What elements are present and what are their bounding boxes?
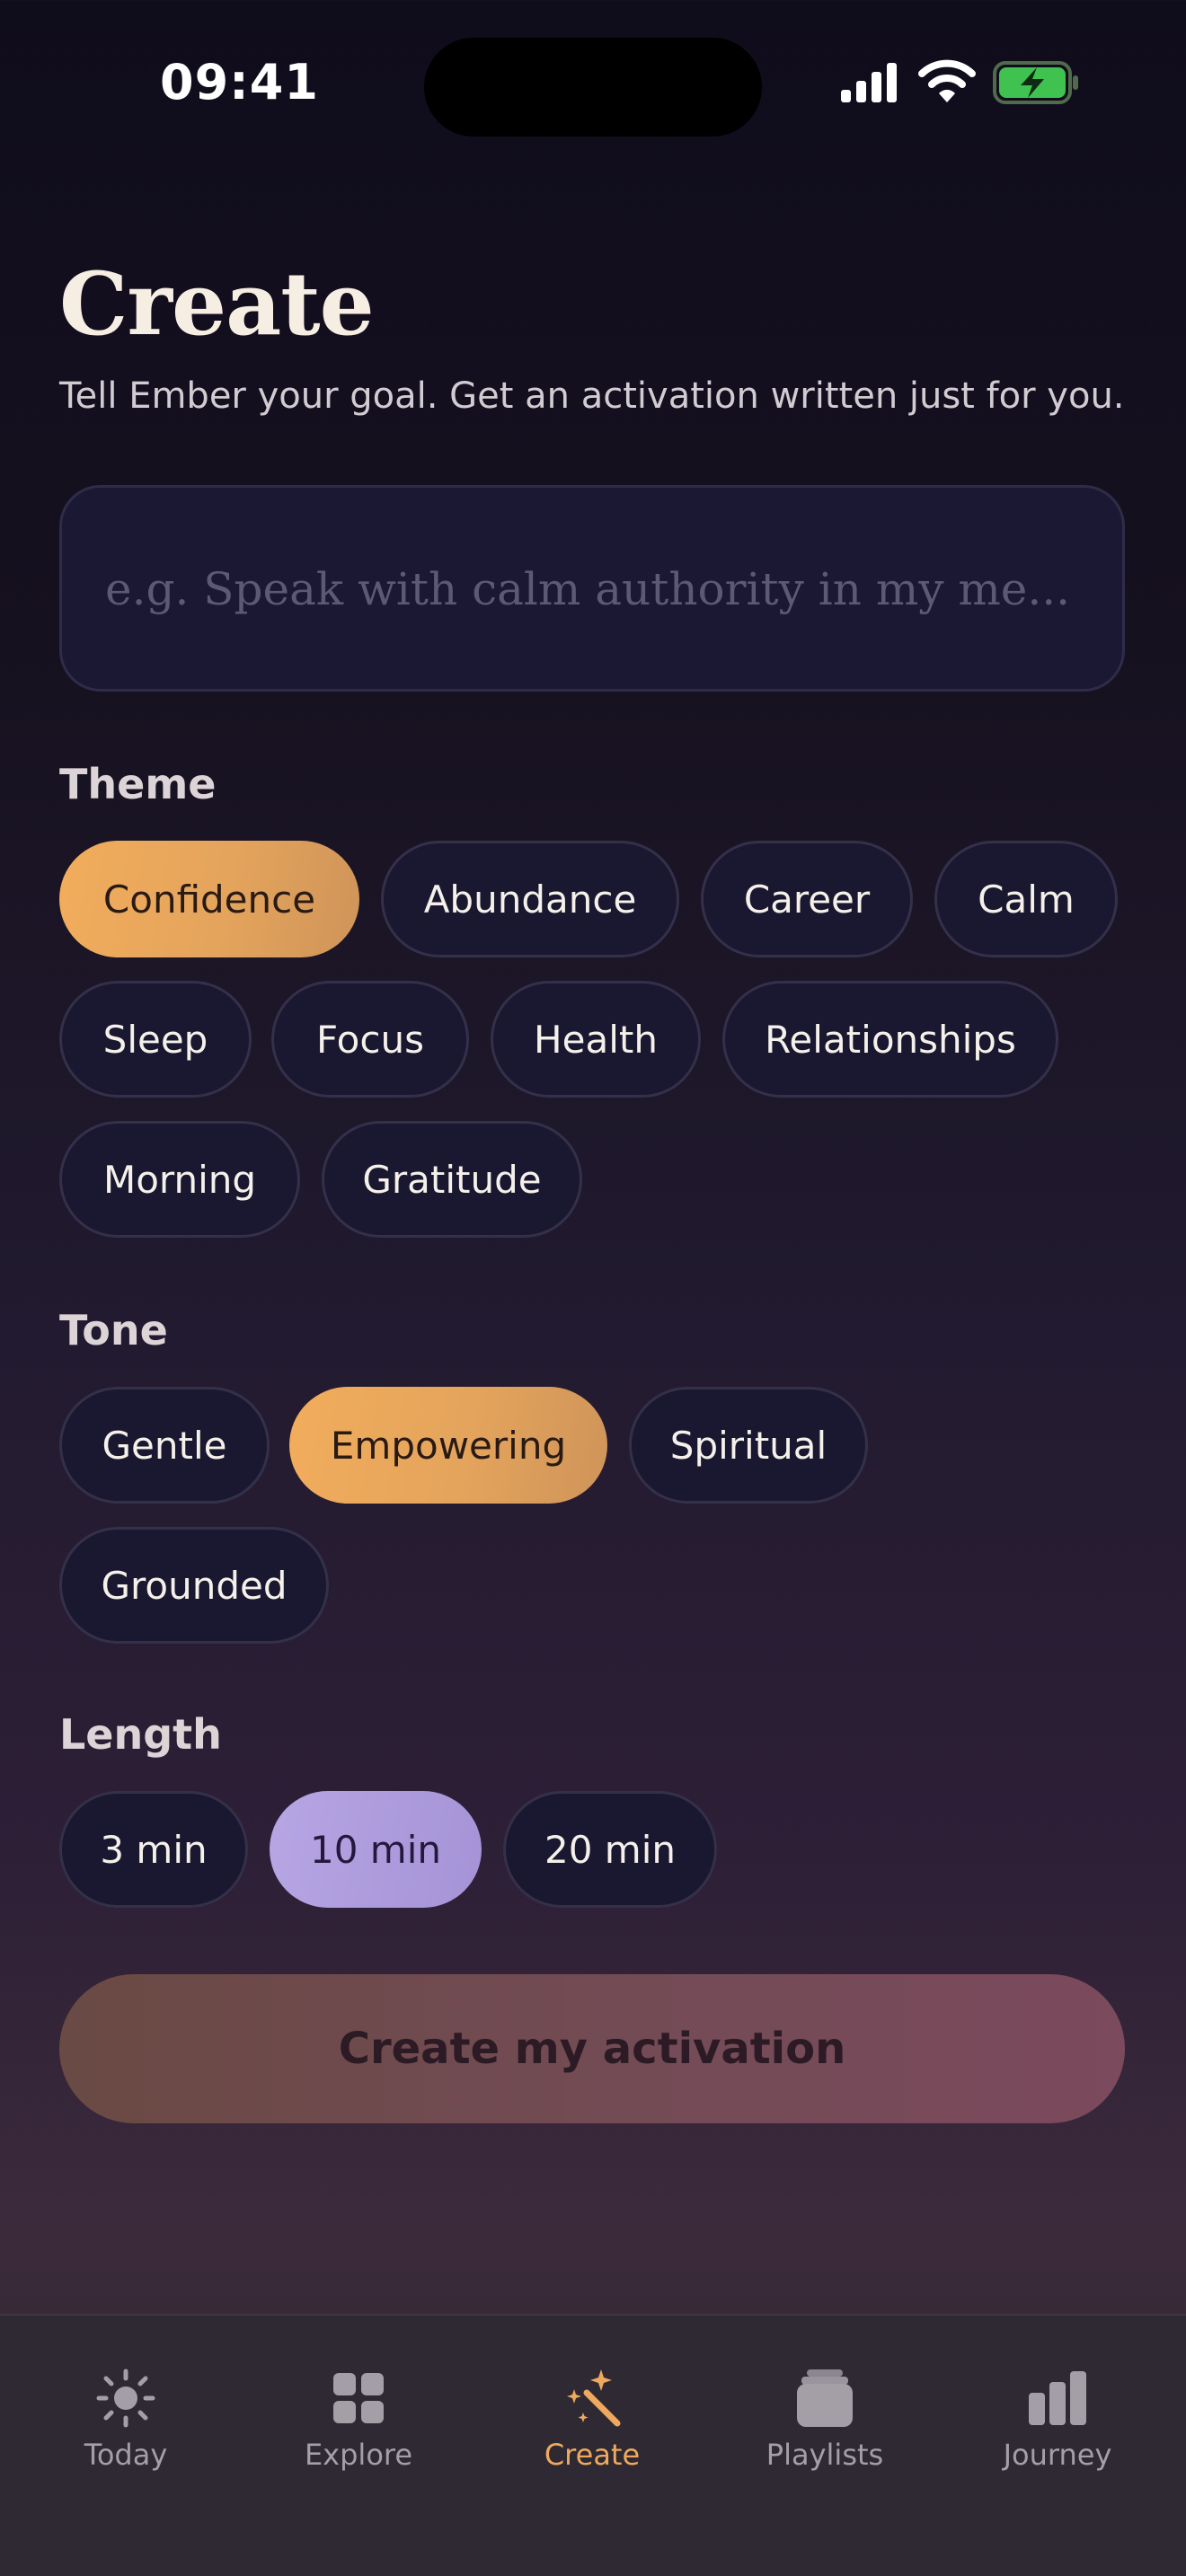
theme-chip-calm[interactable]: Calm xyxy=(934,841,1118,957)
grid-icon xyxy=(326,2366,391,2430)
tab-label-playlists: Playlists xyxy=(766,2438,884,2472)
length-label: Length xyxy=(59,1710,222,1759)
stack-icon xyxy=(792,2366,857,2430)
tab-bar: Today Explore Create Playlists Journey xyxy=(0,2314,1186,2576)
tab-label-create: Create xyxy=(544,2438,641,2472)
length-chip-3-min[interactable]: 3 min xyxy=(59,1791,248,1908)
theme-chip-morning[interactable]: Morning xyxy=(59,1121,300,1238)
dynamic-island xyxy=(424,38,762,137)
page-subtitle: Tell Ember your goal. Get an activation … xyxy=(59,375,1125,417)
magic-wand-icon xyxy=(560,2366,624,2430)
wifi-icon xyxy=(918,57,976,108)
tone-chip-empowering[interactable]: Empowering xyxy=(289,1387,607,1504)
length-chip-20-min[interactable]: 20 min xyxy=(503,1791,717,1908)
theme-chip-confidence[interactable]: Confidence xyxy=(59,841,359,957)
tone-chip-spiritual[interactable]: Spiritual xyxy=(629,1387,868,1504)
tone-label: Tone xyxy=(59,1306,168,1354)
tab-label-explore: Explore xyxy=(304,2438,413,2472)
battery-charging-icon xyxy=(992,59,1082,110)
tab-journey[interactable]: Journey xyxy=(954,2316,1161,2495)
theme-chip-abundance[interactable]: Abundance xyxy=(381,841,679,957)
theme-chip-health[interactable]: Health xyxy=(491,981,701,1098)
tab-today[interactable]: Today xyxy=(22,2316,229,2495)
theme-chip-career[interactable]: Career xyxy=(701,841,913,957)
theme-chip-sleep[interactable]: Sleep xyxy=(59,981,252,1098)
tab-label-today: Today xyxy=(84,2438,168,2472)
cellular-signal-icon xyxy=(839,61,902,108)
create-screen: 09:41 Create Tell Ember your goal. Get a… xyxy=(0,0,1186,2576)
tone-chip-grounded[interactable]: Grounded xyxy=(59,1527,329,1644)
theme-label: Theme xyxy=(59,760,217,808)
tab-explore[interactable]: Explore xyxy=(255,2316,462,2495)
create-activation-button[interactable]: Create my activation xyxy=(59,1974,1125,2123)
tone-chip-gentle[interactable]: Gentle xyxy=(59,1387,270,1504)
goal-field-container[interactable] xyxy=(59,485,1125,692)
status-time: 09:41 xyxy=(160,54,319,110)
tab-create[interactable]: Create xyxy=(489,2316,695,2495)
bar-chart-icon xyxy=(1025,2366,1090,2430)
page-title: Create xyxy=(59,253,375,355)
tab-playlists[interactable]: Playlists xyxy=(721,2316,928,2495)
tab-label-journey: Journey xyxy=(1003,2438,1112,2472)
sun-icon xyxy=(93,2366,158,2430)
length-chip-10-min[interactable]: 10 min xyxy=(270,1791,482,1908)
theme-chip-gratitude[interactable]: Gratitude xyxy=(322,1121,582,1238)
theme-chip-focus[interactable]: Focus xyxy=(271,981,469,1098)
goal-input[interactable] xyxy=(103,488,1086,691)
theme-chip-relationships[interactable]: Relationships xyxy=(722,981,1058,1098)
